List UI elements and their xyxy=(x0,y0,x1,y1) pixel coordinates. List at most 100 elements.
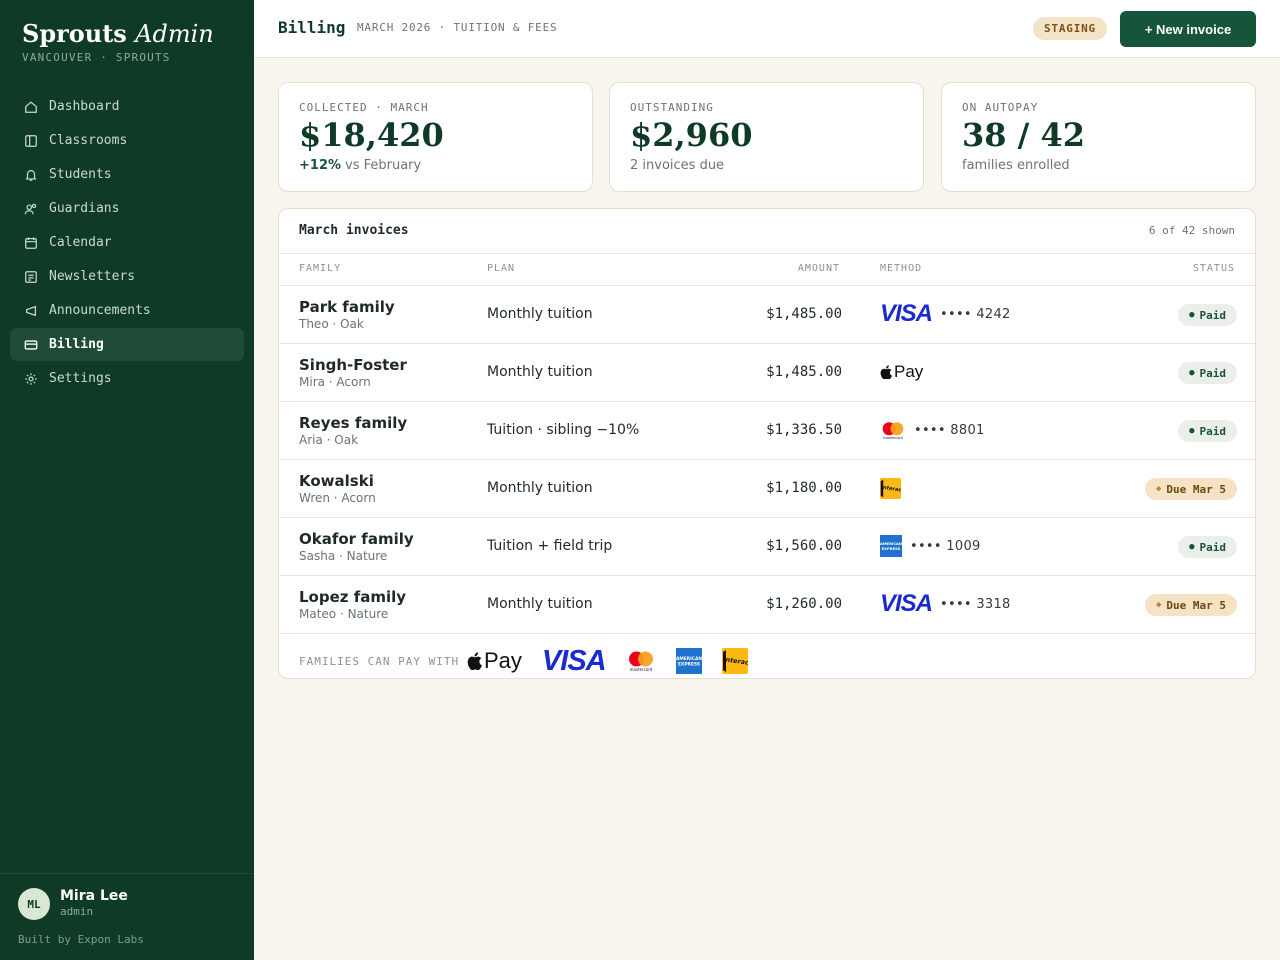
panel-divider xyxy=(279,633,1255,634)
invoice-amount: $1,485.00 xyxy=(766,364,842,380)
table-row[interactable]: Kowalski Wren · Acorn Monthly tuition $1… xyxy=(279,459,1255,517)
invoice-plan: Monthly tuition xyxy=(487,480,593,496)
invoice-plan: Monthly tuition xyxy=(487,306,593,322)
sidebar-item-label: Classrooms xyxy=(49,133,128,148)
table-row[interactable]: Singh-Foster Mira · Acorn Monthly tuitio… xyxy=(279,343,1255,401)
stat-value: $2,960 xyxy=(630,116,753,154)
newsletter-icon xyxy=(24,270,38,284)
sidebar-item-label: Calendar xyxy=(49,235,112,250)
stat-card-autopay: ON AUTOPAY 38 / 42 families enrolled xyxy=(941,82,1256,192)
status-text: Paid xyxy=(1199,308,1227,322)
stat-value: 38 / 42 xyxy=(962,116,1086,154)
diamond-icon: ◆ xyxy=(1155,484,1162,494)
brand-suffix: Admin xyxy=(135,20,214,48)
apple-icon xyxy=(880,365,892,380)
status-badge: ● Paid xyxy=(1178,420,1237,442)
payment-method: VISA •••• 3318 xyxy=(880,590,1011,617)
dot-icon: ● xyxy=(1189,426,1195,436)
table-row[interactable]: Lopez family Mateo · Nature Monthly tuit… xyxy=(279,575,1255,633)
table-row[interactable]: Park family Theo · Oak Monthly tuition $… xyxy=(279,285,1255,343)
dot-icon: ● xyxy=(1189,310,1195,320)
column-header-family[interactable]: FAMILY xyxy=(299,263,341,274)
avatar[interactable]: ML xyxy=(18,888,50,920)
family-name[interactable]: Park family xyxy=(299,298,395,316)
page-header: Billing MARCH 2026 · TUITION & FEES STAG… xyxy=(254,0,1280,58)
status-text: Paid xyxy=(1199,366,1227,380)
megaphone-icon xyxy=(24,304,38,318)
column-header-amount[interactable]: AMOUNT xyxy=(798,263,840,274)
sidebar-item-billing[interactable]: Billing xyxy=(10,328,244,361)
sidebar-item-newsletters[interactable]: Newsletters xyxy=(10,260,244,293)
family-name[interactable]: Kowalski xyxy=(299,472,374,490)
sidebar-item-classrooms[interactable]: Classrooms xyxy=(10,124,244,157)
status-badge: ● Paid xyxy=(1178,304,1237,326)
status-text: Due Mar 5 xyxy=(1166,598,1226,612)
svg-text:mastercard: mastercard xyxy=(629,667,652,672)
panel-divider xyxy=(279,253,1255,254)
stat-card-collected: COLLECTED · MARCH $18,420 +12% vs Februar… xyxy=(278,82,593,192)
sidebar-item-students[interactable]: Students xyxy=(10,158,244,191)
column-header-plan[interactable]: PLAN xyxy=(487,263,515,274)
stat-change: +12% xyxy=(299,158,342,173)
sidebar-item-calendar[interactable]: Calendar xyxy=(10,226,244,259)
svg-text:AMERICAN: AMERICAN xyxy=(676,656,702,662)
svg-text:mastercard: mastercard xyxy=(883,436,903,440)
sidebar-item-label: Settings xyxy=(49,371,112,386)
card-last4: •••• 3318 xyxy=(940,596,1011,612)
invoice-amount: $1,180.00 xyxy=(766,480,842,496)
status-badge: ● Paid xyxy=(1178,362,1237,384)
family-name[interactable]: Lopez family xyxy=(299,588,406,606)
amex-logo: AMERICAN EXPRESS xyxy=(880,535,902,557)
invoice-amount: $1,336.50 xyxy=(766,422,842,438)
column-header-method[interactable]: METHOD xyxy=(880,263,922,274)
built-by-credit: Built by Expon Labs xyxy=(18,933,144,946)
sidebar-item-label: Dashboard xyxy=(49,99,120,114)
table-row[interactable]: Okafor family Sasha · Nature Tuition + f… xyxy=(279,517,1255,575)
sidebar: Sprouts Admin VANCOUVER · SPROUTS Dashbo… xyxy=(0,0,254,960)
apple-pay-logo: Pay xyxy=(880,362,923,382)
invoice-plan: Tuition · sibling −10% xyxy=(487,422,640,438)
family-name[interactable]: Okafor family xyxy=(299,530,414,548)
payment-method: AMERICAN EXPRESS •••• 1009 xyxy=(880,535,981,557)
page-title: Billing xyxy=(278,18,346,37)
invoice-amount: $1,560.00 xyxy=(766,538,842,554)
user-role: admin xyxy=(60,905,94,918)
table-row[interactable]: Reyes family Aria · Oak Tuition · siblin… xyxy=(279,401,1255,459)
sidebar-item-guardians[interactable]: Guardians xyxy=(10,192,244,225)
brand-logo[interactable]: Sprouts Admin xyxy=(22,19,214,48)
family-name[interactable]: Singh-Foster xyxy=(299,356,407,374)
sidebar-item-label: Announcements xyxy=(49,303,151,318)
svg-text:AMERICAN: AMERICAN xyxy=(880,542,902,546)
interac-logo: Interac xyxy=(880,477,901,499)
stat-note-text: vs February xyxy=(345,158,422,173)
visa-logo: VISA xyxy=(541,644,607,677)
amex-logo: AMERICAN EXPRESS xyxy=(675,648,702,674)
stat-value: $18,420 xyxy=(299,116,444,154)
bell-icon xyxy=(24,168,38,182)
sidebar-item-label: Students xyxy=(49,167,112,182)
status-text: Due Mar 5 xyxy=(1166,482,1226,496)
credit-card-icon xyxy=(24,338,38,352)
status-text: Paid xyxy=(1199,540,1227,554)
brand-name: Sprouts xyxy=(22,19,127,48)
stat-note: +12% vs February xyxy=(299,158,421,173)
stat-note: 2 invoices due xyxy=(630,158,725,173)
apple-icon xyxy=(467,652,482,670)
payment-method: mastercard •••• 8801 xyxy=(880,419,985,441)
sidebar-item-announcements[interactable]: Announcements xyxy=(10,294,244,327)
sidebar-item-dashboard[interactable]: Dashboard xyxy=(10,90,244,123)
status-badge: ● Paid xyxy=(1178,536,1237,558)
invoice-amount: $1,260.00 xyxy=(766,596,842,612)
sidebar-item-settings[interactable]: Settings xyxy=(10,362,244,395)
stat-label: COLLECTED · MARCH xyxy=(299,101,429,114)
stat-card-outstanding: OUTSTANDING $2,960 2 invoices due xyxy=(609,82,924,192)
apple-pay-logo: Pay xyxy=(467,648,522,674)
child-classroom: Aria · Oak xyxy=(299,433,359,447)
new-invoice-button[interactable]: + New invoice xyxy=(1120,11,1256,47)
stat-label: ON AUTOPAY xyxy=(962,101,1039,114)
invoice-plan: Tuition + field trip xyxy=(487,538,613,554)
card-last4: •••• 1009 xyxy=(910,538,981,554)
sidebar-item-label: Billing xyxy=(49,337,104,352)
family-name[interactable]: Reyes family xyxy=(299,414,407,432)
column-header-status[interactable]: STATUS xyxy=(1193,263,1235,274)
